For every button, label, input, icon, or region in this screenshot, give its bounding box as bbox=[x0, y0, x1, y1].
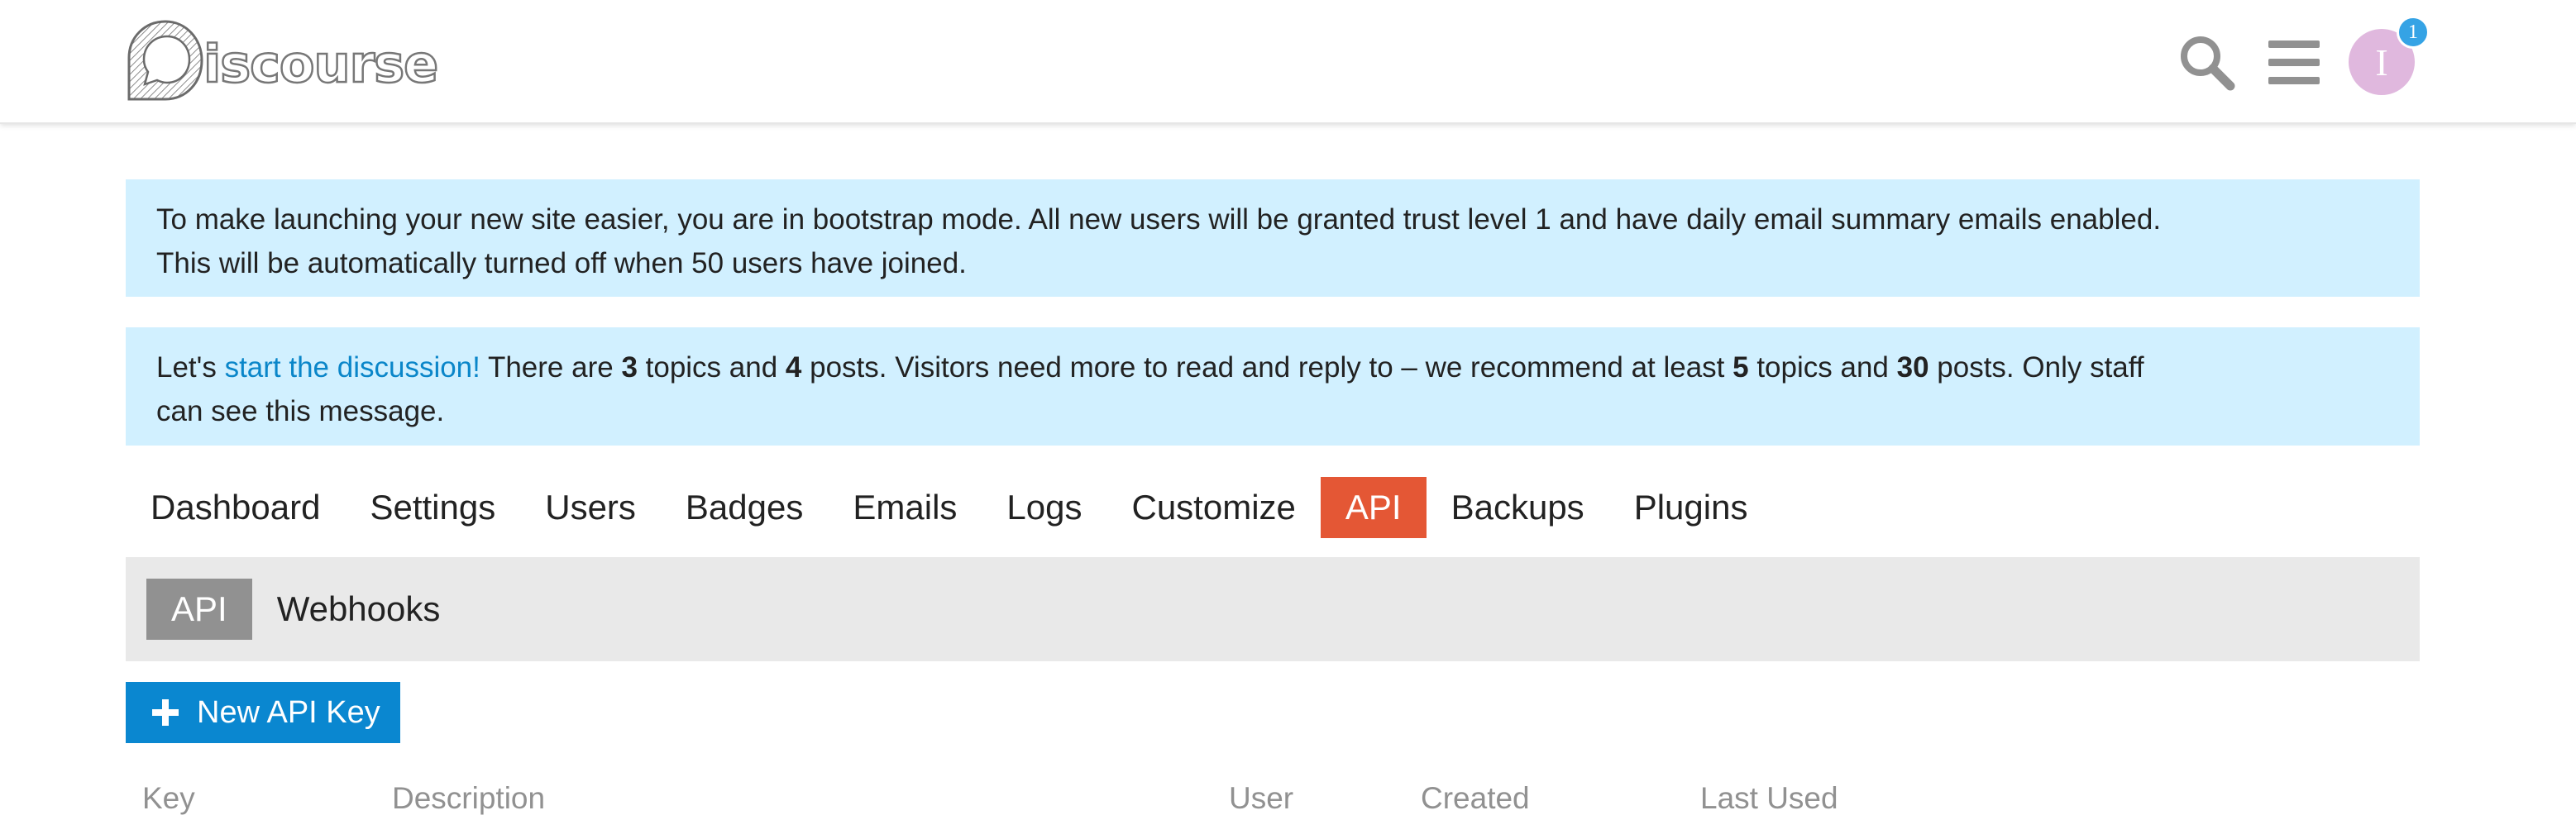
recommended-post-count: 30 bbox=[1896, 351, 1929, 384]
subnav-api[interactable]: API bbox=[146, 579, 252, 640]
nav-backups[interactable]: Backups bbox=[1427, 477, 1609, 538]
column-header-created: Created bbox=[1421, 781, 1530, 815]
start-discussion-notice: Let's start the discussion! There are 3 … bbox=[126, 327, 2420, 446]
logo-wordmark: iscourse bbox=[203, 32, 440, 95]
hamburger-menu-icon bbox=[2268, 41, 2320, 84]
subnav-webhooks[interactable]: Webhooks bbox=[252, 579, 466, 640]
site-logo[interactable]: iscourse bbox=[124, 17, 440, 104]
nav-plugins[interactable]: Plugins bbox=[1609, 477, 1773, 538]
notice-text: topics and bbox=[637, 351, 786, 384]
notification-badge[interactable]: 1 bbox=[2397, 16, 2430, 49]
site-header: iscourse I 1 bbox=[0, 0, 2576, 124]
post-count: 4 bbox=[785, 351, 802, 384]
bootstrap-mode-notice: To make launching your new site easier, … bbox=[126, 179, 2420, 297]
column-header-last-used: Last Used bbox=[1700, 781, 1838, 815]
hamburger-menu-button[interactable] bbox=[2261, 29, 2327, 95]
api-keys-table-header: Key Description User Created Last Used bbox=[0, 781, 2576, 822]
api-subnav: API Webhooks bbox=[126, 557, 2420, 661]
new-api-key-label: New API Key bbox=[197, 694, 380, 730]
user-avatar[interactable]: I 1 bbox=[2349, 16, 2430, 95]
nav-users[interactable]: Users bbox=[520, 477, 661, 538]
discussion-notice-line2: can see this message. bbox=[156, 395, 445, 427]
search-icon bbox=[2181, 36, 2235, 91]
bootstrap-notice-line1: To make launching your new site easier, … bbox=[156, 203, 2162, 236]
bootstrap-notice-line2: This will be automatically turned off wh… bbox=[156, 247, 967, 279]
nav-badges[interactable]: Badges bbox=[661, 477, 828, 538]
avatar-letter: I bbox=[2375, 41, 2388, 83]
notice-text: posts. Only staff bbox=[1928, 351, 2144, 384]
header-icons: I 1 bbox=[2173, 16, 2430, 101]
nav-dashboard[interactable]: Dashboard bbox=[126, 477, 345, 538]
nav-customize[interactable]: Customize bbox=[1106, 477, 1320, 538]
start-discussion-link[interactable]: start the discussion! bbox=[225, 351, 480, 384]
nav-logs[interactable]: Logs bbox=[982, 477, 1106, 538]
column-header-key: Key bbox=[142, 781, 195, 815]
discourse-logo-icon bbox=[127, 20, 203, 101]
admin-nav: Dashboard Settings Users Badges Emails L… bbox=[126, 477, 1772, 538]
notice-text: There are bbox=[480, 351, 622, 384]
notice-text: Let's bbox=[156, 351, 225, 384]
recommended-topic-count: 5 bbox=[1732, 351, 1749, 384]
notice-text: posts. Visitors need more to read and re… bbox=[801, 351, 1733, 384]
column-header-user: User bbox=[1229, 781, 1294, 815]
nav-emails[interactable]: Emails bbox=[828, 477, 982, 538]
topic-count: 3 bbox=[621, 351, 638, 384]
plus-icon bbox=[152, 699, 179, 726]
nav-settings[interactable]: Settings bbox=[345, 477, 520, 538]
new-api-key-button[interactable]: New API Key bbox=[126, 682, 400, 743]
discussion-notice-line1: Let's start the discussion! There are 3 … bbox=[156, 346, 2389, 389]
notice-text: topics and bbox=[1748, 351, 1897, 384]
search-button[interactable] bbox=[2173, 29, 2239, 95]
nav-api[interactable]: API bbox=[1320, 477, 1427, 538]
column-header-description: Description bbox=[392, 781, 546, 815]
